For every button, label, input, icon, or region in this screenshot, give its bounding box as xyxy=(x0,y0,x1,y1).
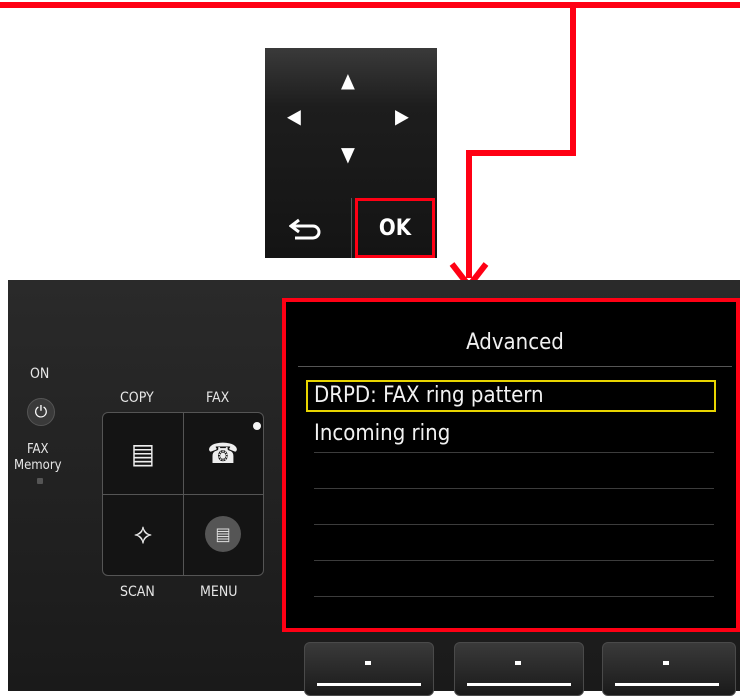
menu-button[interactable]: ▤ xyxy=(184,495,262,573)
mode-buttons: ▤ ☎ ⟡ ▤ xyxy=(102,412,264,576)
fax-button[interactable]: ☎ xyxy=(184,414,262,492)
menu-label: MENU xyxy=(200,584,238,600)
connector-line-top xyxy=(0,2,740,8)
connector-line-down xyxy=(570,2,576,154)
fax-memory-led xyxy=(37,478,43,484)
function-button-center[interactable] xyxy=(454,642,584,696)
on-label: ON xyxy=(30,366,50,382)
function-dot xyxy=(515,661,521,665)
list-divider xyxy=(314,452,714,453)
scan-icon: ⟡ xyxy=(133,517,153,550)
back-icon[interactable] xyxy=(289,214,325,240)
copy-icon: ▤ xyxy=(131,436,155,470)
copy-label: COPY xyxy=(120,390,154,406)
function-button-right[interactable] xyxy=(602,642,736,696)
menu-item-drpd[interactable]: DRPD: FAX ring pattern xyxy=(314,382,714,410)
down-arrow-icon[interactable]: ▼ xyxy=(341,144,355,164)
power-button[interactable]: ⏻ xyxy=(27,398,55,426)
fax-memory-label: FAX Memory xyxy=(14,442,62,473)
power-icon: ⏻ xyxy=(34,402,48,421)
menu-icon: ▤ xyxy=(205,516,241,552)
scan-button[interactable]: ⟡ xyxy=(104,495,182,573)
connector-line-left xyxy=(466,150,576,156)
lcd-title: Advanced xyxy=(466,330,564,355)
copy-button[interactable]: ▤ xyxy=(104,414,182,492)
left-arrow-icon[interactable]: ◀ xyxy=(287,106,301,126)
dpad-divider xyxy=(351,198,352,258)
list-divider xyxy=(314,560,714,561)
lcd-title-divider xyxy=(298,366,732,367)
function-bar xyxy=(467,683,571,686)
function-dot xyxy=(365,661,371,665)
up-arrow-icon[interactable]: ▲ xyxy=(341,70,355,90)
fax-status-led xyxy=(253,422,261,430)
function-bar xyxy=(615,683,719,686)
direction-pad: ▲ ◀ ▶ ▼ OK xyxy=(265,48,437,258)
ok-button[interactable]: OK xyxy=(355,198,435,258)
function-bar xyxy=(317,683,421,686)
function-button-left[interactable] xyxy=(304,642,434,696)
list-divider xyxy=(314,524,714,525)
scan-label: SCAN xyxy=(120,584,155,600)
right-arrow-icon[interactable]: ▶ xyxy=(395,106,409,126)
fax-label: FAX xyxy=(206,390,230,406)
list-divider xyxy=(314,596,714,597)
function-dot xyxy=(663,661,669,665)
menu-item-incoming-ring[interactable]: Incoming ring xyxy=(314,420,714,448)
list-divider xyxy=(314,488,714,489)
lcd-screen: Advanced DRPD: FAX ring pattern Incoming… xyxy=(282,298,740,632)
fax-icon: ☎ xyxy=(207,436,239,470)
connector-line-vertical xyxy=(466,150,472,278)
